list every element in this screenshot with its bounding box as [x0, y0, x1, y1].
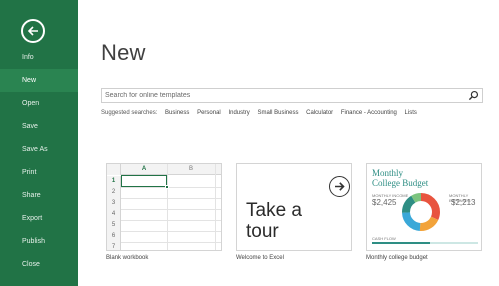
grid-divider: [107, 198, 221, 199]
row-header: 5: [107, 220, 121, 231]
grid-divider: [167, 164, 168, 250]
budget-cashflow-caption: CASH FLOW: [372, 236, 396, 241]
tour-text: Take a tour: [246, 200, 302, 242]
budget-donut-chart: [402, 193, 440, 231]
suggested-searches: Suggested searches: Business Personal In…: [101, 110, 423, 116]
row-header: 3: [107, 198, 121, 209]
suggested-personal[interactable]: Personal: [197, 110, 221, 116]
budget-progress-fill: [372, 242, 430, 244]
suggested-small-business[interactable]: Small Business: [257, 110, 298, 116]
template-label-monthly-college-budget: Monthly college budget: [366, 255, 428, 261]
suggested-business[interactable]: Business: [165, 110, 189, 116]
grid-divider: [107, 209, 221, 210]
grid-divider: [215, 164, 216, 250]
row-header: 6: [107, 231, 121, 242]
template-label-welcome-to-excel: Welcome to Excel: [236, 255, 284, 261]
suggested-calculator[interactable]: Calculator: [306, 110, 333, 116]
column-header-b: B: [188, 166, 193, 172]
budget-expenses-value: $2,213: [451, 198, 476, 207]
select-all-corner: [107, 164, 121, 175]
arrow-left-icon: [27, 26, 38, 36]
nav-item-publish[interactable]: Publish: [0, 230, 78, 253]
nav-item-share[interactable]: Share: [0, 184, 78, 207]
arrow-right-circle-icon: [329, 176, 350, 197]
template-take-a-tour[interactable]: Take a tour: [236, 163, 352, 251]
budget-title-line1: Monthly: [372, 168, 404, 178]
grid-divider: [107, 242, 221, 243]
search-input[interactable]: [102, 89, 462, 102]
budget-title-line2: College Budget: [372, 178, 429, 188]
suggested-searches-label: Suggested searches:: [101, 110, 158, 116]
suggested-lists[interactable]: Lists: [405, 110, 417, 116]
nav-item-new[interactable]: New: [0, 69, 78, 92]
backstage-nav: Info New Open Save Save As Print Share E…: [0, 46, 78, 276]
template-monthly-college-budget[interactable]: Monthly College Budget MONTHLY INCOME $2…: [366, 163, 482, 251]
row-header: 2: [107, 187, 121, 198]
grid-divider: [107, 220, 221, 221]
row-header: 4: [107, 209, 121, 220]
budget-income-value: $2,425: [372, 198, 397, 207]
column-header-c: C: [215, 164, 221, 175]
nav-item-open[interactable]: Open: [0, 92, 78, 115]
backstage-sidebar: Info New Open Save Save As Print Share E…: [0, 0, 78, 286]
suggested-finance-accounting[interactable]: Finance - Accounting: [341, 110, 397, 116]
template-blank-workbook[interactable]: A B C 1 2 3 4 5 6 7: [106, 163, 222, 251]
nav-item-info[interactable]: Info: [0, 46, 78, 69]
grid-divider: [107, 231, 221, 232]
fill-handle: [165, 185, 169, 189]
nav-item-save-as[interactable]: Save As: [0, 138, 78, 161]
tour-text-line1: Take a: [246, 200, 302, 221]
column-header-a: A: [141, 166, 147, 172]
nav-item-save[interactable]: Save: [0, 115, 78, 138]
nav-item-export[interactable]: Export: [0, 207, 78, 230]
page-title: New: [101, 40, 146, 65]
row-header: 7: [107, 242, 121, 250]
grid-divider: [107, 187, 221, 188]
template-search-box: [101, 88, 483, 103]
row-header: 1: [107, 176, 121, 187]
tour-text-line2: tour: [246, 221, 279, 242]
suggested-industry[interactable]: Industry: [228, 110, 249, 116]
template-label-blank-workbook: Blank workbook: [106, 255, 149, 261]
budget-title: Monthly College Budget: [372, 168, 428, 188]
selected-cell: [121, 175, 169, 189]
nav-item-close[interactable]: Close: [0, 253, 78, 276]
nav-item-print[interactable]: Print: [0, 161, 78, 184]
back-button[interactable]: [21, 19, 45, 43]
search-icon[interactable]: [468, 90, 479, 101]
